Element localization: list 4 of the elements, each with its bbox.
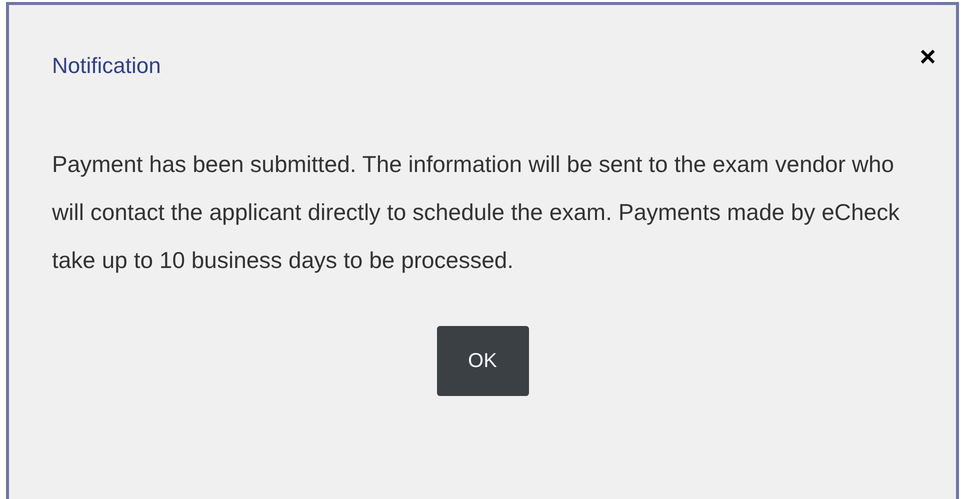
close-button[interactable]: × [920, 43, 936, 71]
dialog-title: Notification [52, 52, 161, 80]
message-text: Payment has been submitted. The information will be sent to the exam vendor who will contact the applicant directly to schedule the exam. Payments made by eCheck take up to 10 business days to be processed. [51, 150, 901, 275]
ok-button[interactable]: OK [436, 326, 528, 396]
